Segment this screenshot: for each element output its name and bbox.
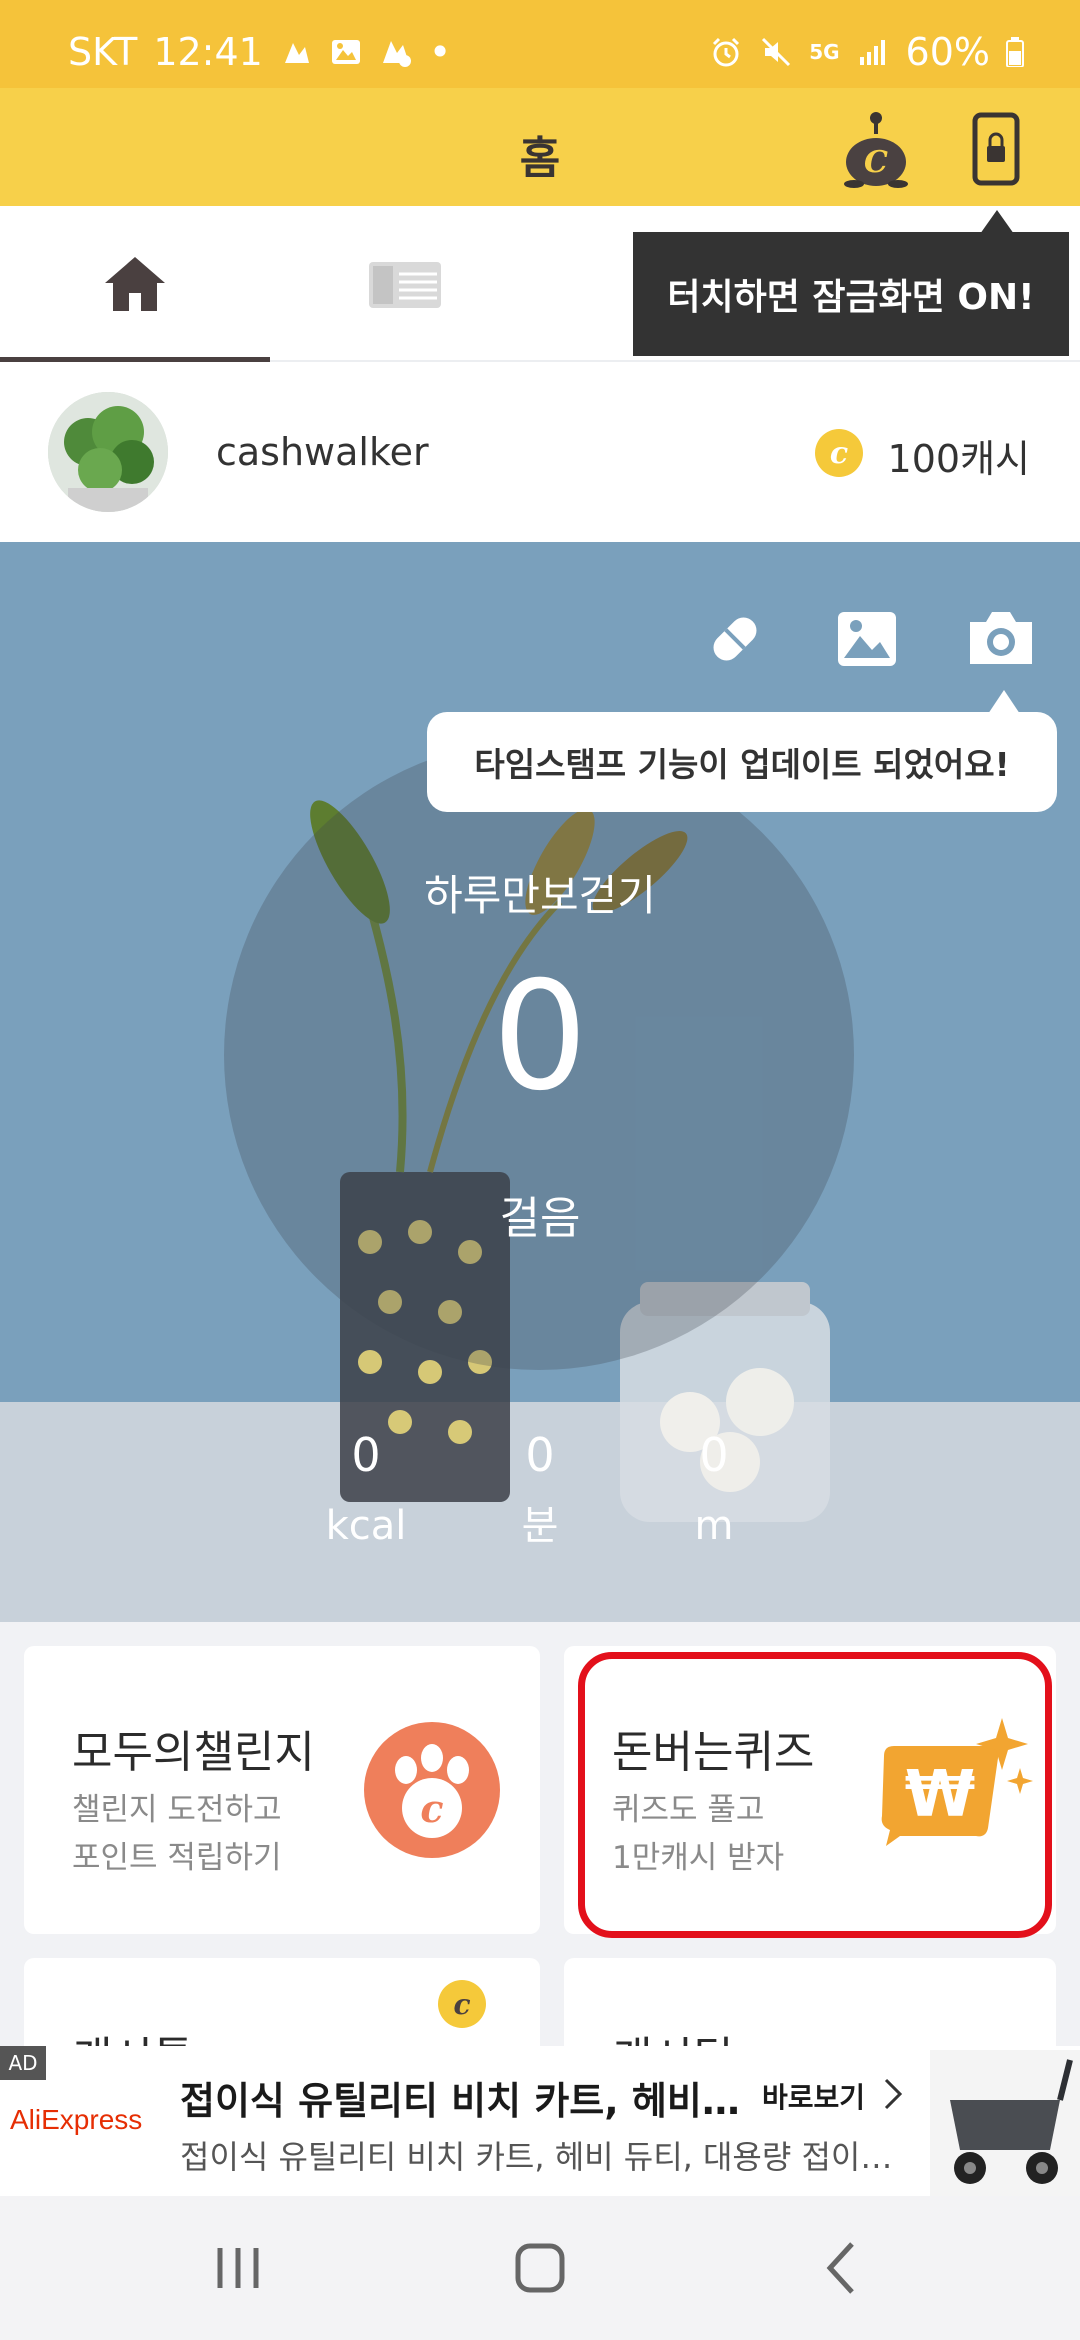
stat-value: 0: [351, 1428, 381, 1482]
system-navigation-bar: [0, 2196, 1080, 2340]
ad-banner[interactable]: AD AliExpress 접이식 유틸리티 비치 카트, 헤비 듀티, 대용량…: [0, 2046, 1080, 2196]
profile-row: cashwalker c 100캐시: [0, 362, 1080, 542]
svg-text:₩: ₩: [905, 1758, 976, 1832]
app-bar: 홈 C: [0, 88, 1080, 206]
coin-icon: c: [438, 1980, 486, 2028]
ad-cta-button[interactable]: 바로보기: [762, 2076, 865, 2116]
gallery-icon[interactable]: [832, 604, 902, 674]
battery-percent: 60%: [905, 30, 990, 74]
ad-description: 접이식 유틸리티 비치 카트, 헤비 듀티, 대용량 접이식 카트: [180, 2138, 910, 2176]
stat-value: 0: [699, 1428, 729, 1482]
step-count: 0: [492, 950, 588, 1124]
battery-icon: [1006, 37, 1024, 67]
timestamp-tooltip[interactable]: 타임스탬프 기능이 업데이트 되었어요!: [427, 712, 1057, 812]
pill-icon[interactable]: [700, 604, 770, 674]
card-title: 돈버는퀴즈: [612, 1727, 815, 1778]
tab-home[interactable]: [0, 206, 270, 364]
quiz-card[interactable]: 돈버는퀴즈 퀴즈도 풀고 1만캐시 받자 ₩: [564, 1646, 1056, 1934]
stat-calories: 0 kcal: [296, 1432, 436, 1546]
network-type-label: 5G: [809, 40, 840, 64]
tab-gift[interactable]: [270, 206, 540, 362]
image-notification-icon: [331, 40, 360, 64]
clock: 12:41: [153, 30, 263, 74]
card-subtitle-line: 챌린지 도전하고: [72, 1792, 282, 1828]
avatar-plant-image: [48, 392, 168, 512]
avatar[interactable]: [48, 392, 168, 512]
notification-icon: [284, 43, 309, 63]
svg-text:c: c: [453, 1988, 470, 2021]
card-subtitle: 퀴즈도 풀고 1만캐시 받자: [612, 1786, 784, 1882]
paw-coin-icon: c: [364, 1722, 500, 1858]
stat-value: 0: [525, 1428, 555, 1482]
camera-icon[interactable]: [966, 604, 1036, 674]
alarm-icon: [713, 37, 740, 67]
ad-title: 접이식 유틸리티 비치 카트, 헤비 듀티, 대용량 접이식: [180, 2079, 740, 2123]
cashwalk-character-icon[interactable]: C: [838, 110, 914, 188]
signal-icon: [859, 40, 885, 65]
step-unit: 걸음: [499, 1193, 581, 1244]
ad-brand-logo: AliExpress: [10, 2104, 143, 2135]
timestamp-tooltip-arrow: [988, 690, 1020, 714]
card-subtitle: 챌린지 도전하고 포인트 적립하기: [72, 1786, 282, 1882]
cash-balance[interactable]: 100캐시: [888, 428, 1030, 483]
svg-text:c: c: [420, 1786, 443, 1831]
stat-distance: 0 m: [644, 1432, 784, 1546]
lock-screen-icon[interactable]: [972, 112, 1020, 186]
carrier-label: SKT: [68, 30, 138, 74]
walk-title: 하루만보걷기: [424, 871, 656, 920]
lock-screen-tooltip[interactable]: 터치하면 잠금화면 ON!: [633, 232, 1069, 356]
card-subtitle-line: 퀴즈도 풀고: [612, 1792, 765, 1828]
won-sparkle-icon: ₩: [881, 1718, 1033, 1846]
challenge-card[interactable]: 모두의챌린지 챌린지 도전하고 포인트 적립하기 c: [24, 1646, 540, 1934]
home-button-icon[interactable]: [500, 2232, 580, 2304]
mute-icon: [762, 37, 791, 67]
svg-text:C: C: [864, 145, 888, 180]
ad-product-image: [930, 2050, 1080, 2196]
username: cashwalker: [216, 430, 429, 474]
coin-icon: c: [815, 429, 863, 477]
card-subtitle-line: 포인트 적립하기: [72, 1840, 282, 1876]
card-title: 모두의챌린지: [72, 1727, 315, 1778]
gift-icon: [369, 262, 441, 308]
stat-unit: kcal: [325, 1503, 407, 1549]
ad-tag: AD: [0, 2046, 46, 2080]
stat-unit: m: [694, 1503, 734, 1549]
more-notifications-dot: •: [428, 30, 452, 74]
home-icon: [105, 257, 165, 311]
lock-tooltip-arrow: [980, 210, 1014, 234]
card-subtitle-line: 1만캐시 받자: [612, 1840, 785, 1876]
stat-unit: 분: [521, 1503, 559, 1549]
coin-letter: c: [830, 436, 848, 471]
walk-hero: 타임스탬프 기능이 업데이트 되었어요! 하루만보걷기 0 걸음 0 kcal …: [0, 542, 1080, 1622]
page-title: 홈: [519, 133, 561, 184]
recent-apps-icon[interactable]: [198, 2232, 278, 2304]
back-icon[interactable]: [802, 2232, 882, 2304]
status-bar: SKT 12:41 • 5G 60%: [0, 0, 1080, 88]
chevron-right-icon: [884, 2078, 903, 2110]
cashwalk-notification-icon: [382, 41, 411, 67]
stat-minutes: 0 분: [470, 1432, 610, 1546]
